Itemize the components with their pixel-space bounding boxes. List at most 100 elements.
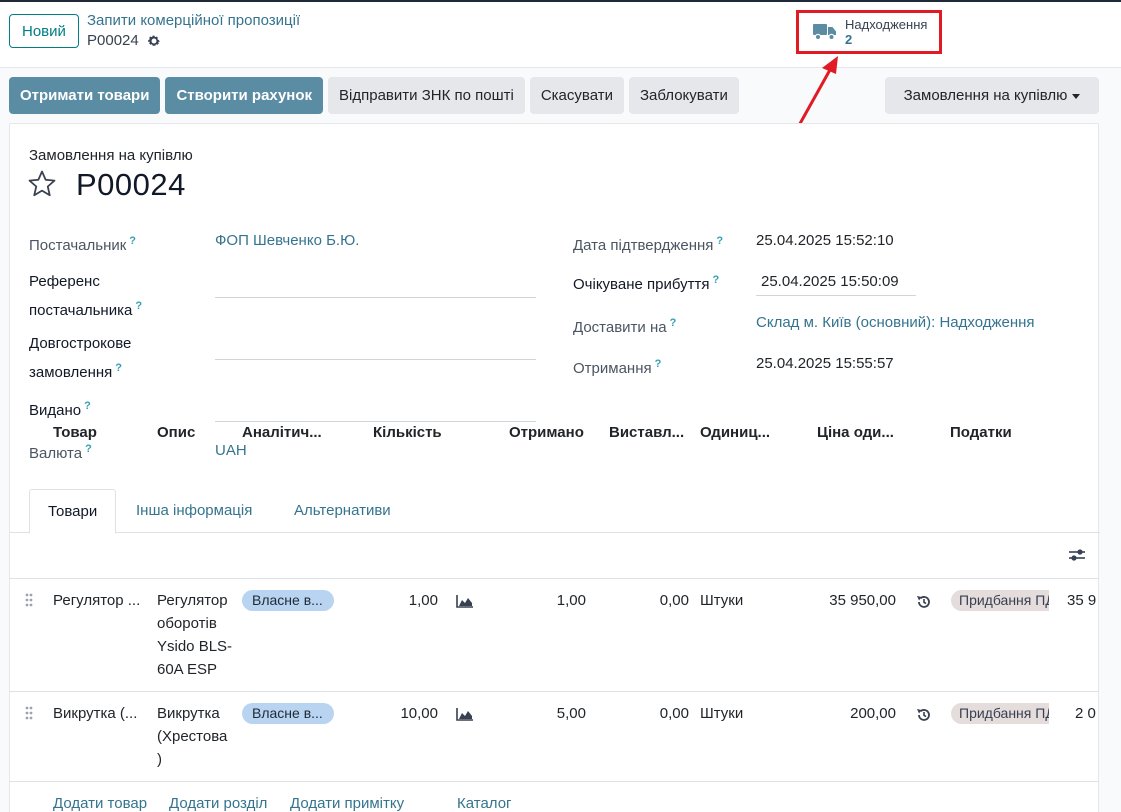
expected-arrival-field[interactable]: 25.04.2025 15:50:09 [761,270,899,294]
create-bill-button[interactable]: Створити рахунок [165,77,324,114]
analytic-tag[interactable]: Власне в... [242,590,334,611]
row-description: Регулятор оборотів Ysido BLS- 60A ESP [157,589,237,681]
receipt-date-label: Отримання? [573,352,661,381]
column-header-billed[interactable]: Виставл... [609,424,684,441]
tax-tag[interactable]: Придбання ПДВ [951,590,1049,611]
row-description-line: 60A ESP [157,661,218,678]
vendor-reference-label-line2: постачальника [29,302,133,319]
control-panel: Новий Запити комерційної пропозиції P000… [0,2,1121,68]
drag-handle-icon[interactable] [24,705,34,721]
issued-by-field[interactable] [215,421,536,422]
help-icon[interactable]: ? [84,400,91,412]
send-po-email-button[interactable]: Відправити ЗНК по пошті [328,77,525,114]
receipts-smart-button[interactable]: Надходження 2 [796,10,942,54]
row-uom: Штуки [700,592,744,609]
row-billed: 0,00 [659,705,689,722]
truck-icon [813,24,836,41]
column-header-quantity[interactable]: Кількість [373,424,442,441]
row-product: Регулятор ... [53,592,141,609]
gear-icon[interactable] [147,34,161,48]
help-icon[interactable]: ? [670,317,677,329]
receipt-date-value: 25.04.2025 15:55:57 [756,355,894,372]
analytic-tag[interactable]: Власне в... [242,703,334,724]
tab-products[interactable]: Товари [29,489,117,534]
row-billed: 0,00 [659,592,689,609]
help-icon[interactable]: ? [655,358,662,370]
row-description: Викрутка (Хрестова ) [157,702,237,771]
star-icon[interactable] [27,169,57,199]
row-description-line: ) [157,751,162,768]
area-chart-icon[interactable] [456,594,474,608]
column-header-unit-price[interactable]: Ціна оди... [817,424,894,441]
breadcrumb-current: P00024 [87,32,161,49]
row-unit-price: 35 950,00 [829,592,896,609]
column-header-product[interactable]: Товар [53,424,97,441]
row-received: 1,00 [556,592,586,609]
row-uom: Штуки [700,705,744,722]
area-chart-icon[interactable] [456,707,474,721]
receive-products-button[interactable]: Отримати товари [9,77,161,114]
currency-field[interactable]: UAH [215,439,247,463]
history-icon[interactable] [916,594,932,610]
expected-arrival-label: Очікуване прибуття? [573,268,719,297]
row-description-line: Викрутка [157,705,220,722]
column-header-taxes[interactable]: Податки [950,424,1012,441]
column-header-analytic[interactable]: Аналітич... [242,424,322,441]
drag-handle-icon[interactable] [24,592,34,608]
expected-arrival-label-text: Очікуване прибуття [573,276,710,293]
help-icon[interactable]: ? [85,443,92,455]
row-subtotal: 2 0 [1075,705,1096,722]
add-product-link[interactable]: Додати товар [53,795,147,812]
tab-alternatives[interactable]: Альтернативи [276,489,409,533]
row-subtotal: 35 9 [1067,592,1097,609]
help-icon[interactable]: ? [129,235,136,247]
help-icon[interactable]: ? [135,300,142,312]
blanket-order-field[interactable] [215,359,536,360]
add-section-link[interactable]: Додати розділ [169,795,267,812]
deliver-to-label-text: Доставити на [573,319,667,336]
help-icon[interactable]: ? [712,274,719,286]
document-type: Замовлення на купівлю [29,147,193,164]
help-icon[interactable]: ? [716,235,723,247]
column-header-description[interactable]: Опис [157,424,195,441]
row-quantity: 1,00 [408,592,438,609]
smart-button-count: 2 [845,32,853,47]
column-header-uom[interactable]: Одиниц... [700,424,770,441]
chevron-down-icon [1072,93,1081,99]
vendor-reference-label: Референс постачальника? [29,270,142,323]
help-icon[interactable]: ? [115,362,122,374]
row-description-line: (Хрестова [157,728,228,745]
currency-label: Валюта? [29,437,92,466]
confirmation-date-label-text: Дата підтвердження [573,237,714,254]
row-description-line: Ysido BLS- [157,638,233,655]
vendor-field[interactable]: ФОП Шевченко Б.Ю. [215,229,359,253]
optional-columns-icon[interactable] [1068,547,1086,563]
breadcrumb-parent-link[interactable]: Запити комерційної пропозиції [87,12,300,29]
table-row-divider [9,781,1099,782]
vendor-reference-field[interactable] [215,297,536,298]
blanket-order-label-line2: замовлення [29,364,113,381]
tab-other-info[interactable]: Інша інформація [118,489,270,533]
column-header-received[interactable]: Отримано [509,424,584,441]
status-dropdown-label: Замовлення на купівлю [903,87,1068,104]
smart-button-label: Надходження [845,17,928,32]
vendor-reference-label-line1: Референс [29,273,100,290]
currency-label-text: Валюта [29,445,83,462]
deliver-to-label: Доставити на? [573,311,676,340]
status-dropdown[interactable]: Замовлення на купівлю [885,77,1099,114]
history-icon[interactable] [916,707,932,723]
lock-button[interactable]: Заблокувати [628,77,739,114]
confirmation-date-value: 25.04.2025 15:52:10 [756,232,894,249]
deliver-to-field[interactable]: Склад м. Київ (основний): Надходження [756,311,1035,335]
catalog-link[interactable]: Каталог [457,795,512,812]
row-description-line: Регулятор [157,592,228,609]
notebook-tabs: Товари Інша інформація Альтернативи [10,489,1100,534]
add-note-link[interactable]: Додати примітку [290,795,404,812]
new-button[interactable]: Новий [9,14,79,48]
blanket-order-label-line1: Довгострокове [29,335,132,352]
issued-by-label: Видано? [29,394,91,423]
blanket-order-label: Довгострокове замовлення? [29,332,131,385]
cancel-button[interactable]: Скасувати [529,77,624,114]
row-received: 5,00 [556,705,586,722]
tax-tag[interactable]: Придбання ПДВ [951,703,1049,724]
